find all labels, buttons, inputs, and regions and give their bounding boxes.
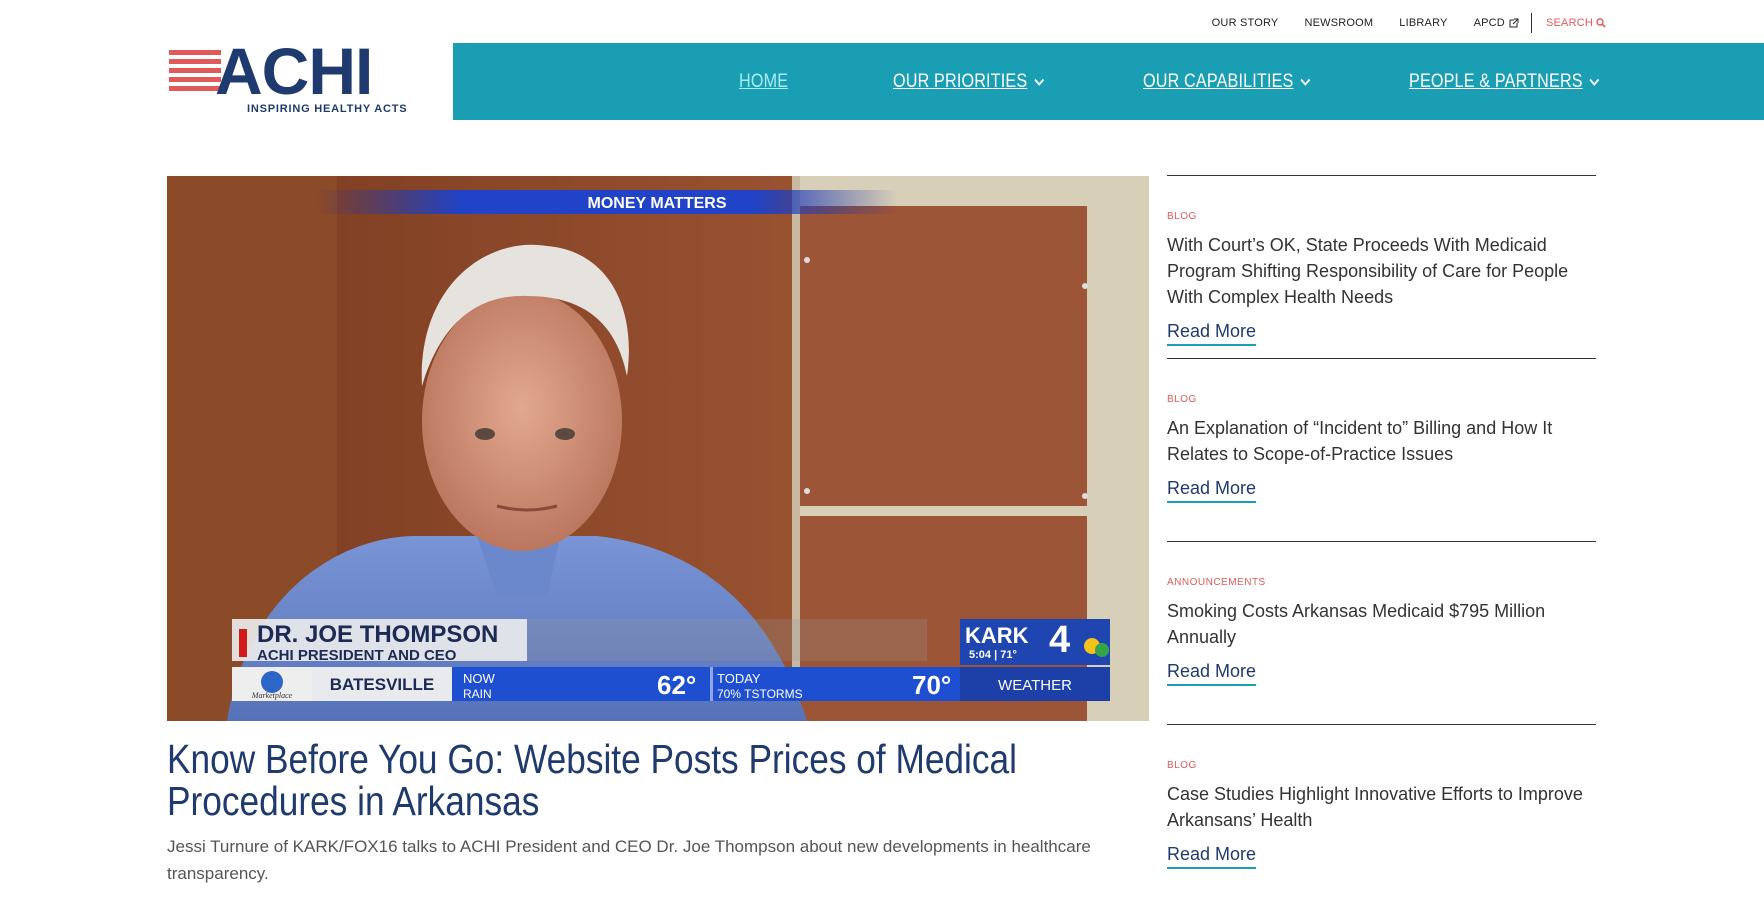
tv-now-label: NOW [463, 671, 496, 686]
logo-tagline: INSPIRING HEALTHY ACTS [247, 103, 408, 115]
utility-link-library[interactable]: LIBRARY [1399, 17, 1447, 29]
logo-wordmark: ACHI [215, 34, 373, 108]
feature-title[interactable]: Know Before You Go: Website Posts Prices… [167, 738, 1165, 822]
post-category[interactable]: ANNOUNCEMENTS [1167, 577, 1596, 588]
post-title[interactable]: With Court’s OK, State Proceeds With Med… [1167, 232, 1596, 310]
tv-today-label: TODAY [717, 671, 761, 686]
search-link[interactable]: SEARCH [1546, 17, 1606, 29]
utility-link-apcd[interactable]: APCD [1474, 17, 1519, 29]
nav-item-people-partners[interactable]: PEOPLE & PARTNERS [1409, 43, 1600, 120]
post-item: BLOG Case Studies Highlight Innovative E… [1167, 724, 1596, 907]
tv-lower-third-name: DR. JOE THOMPSON [257, 621, 498, 648]
search-icon [1596, 18, 1606, 28]
chevron-down-icon [1300, 78, 1311, 86]
nav-item-label: OUR PRIORITIES [893, 70, 1028, 92]
feature-video-still[interactable]: MONEY MATTERS DR. JOE THOMPSON ACHI PRES… [167, 176, 1149, 721]
tv-station-name: KARK [965, 623, 1029, 648]
tv-station-number: 4 [1049, 619, 1070, 661]
post-list: BLOG With Court’s OK, State Proceeds Wit… [1167, 175, 1596, 907]
tv-today-cond: 70% TSTORMS [717, 687, 803, 701]
post-item: BLOG With Court’s OK, State Proceeds Wit… [1167, 175, 1596, 358]
nav-item-label: PEOPLE & PARTNERS [1409, 70, 1583, 92]
utility-link-our-story[interactable]: OUR STORY [1212, 17, 1279, 29]
tv-now-cond: RAIN [463, 687, 492, 701]
read-more-link[interactable]: Read More [1167, 478, 1257, 503]
tv-lower-third-title: ACHI PRESIDENT AND CEO [257, 647, 457, 664]
tv-now-temp: 62° [657, 670, 696, 700]
main-nav: HOME OUR PRIORITIES OUR CAPABILITIES PEO… [453, 43, 1764, 120]
tv-time-temp: 5:04 | 71° [969, 649, 1017, 661]
chevron-down-icon [1589, 78, 1600, 86]
tv-broadcast-image: MONEY MATTERS DR. JOE THOMPSON ACHI PRES… [167, 176, 1149, 721]
nav-item-home[interactable]: HOME [739, 43, 788, 120]
read-more-link[interactable]: Read More [1167, 321, 1257, 346]
chevron-down-icon [1034, 78, 1045, 86]
nav-item-our-capabilities[interactable]: OUR CAPABILITIES [1143, 43, 1311, 120]
apcd-label: APCD [1473, 17, 1505, 29]
tv-sponsor: Marketplace [251, 691, 293, 700]
logo-stripes [169, 50, 221, 95]
nav-item-label: OUR CAPABILITIES [1143, 70, 1294, 92]
post-title[interactable]: An Explanation of “Incident to” Billing … [1167, 415, 1596, 467]
tv-today-temp: 70° [912, 670, 951, 700]
post-category[interactable]: BLOG [1167, 760, 1596, 771]
post-item: BLOG An Explanation of “Incident to” Bil… [1167, 358, 1596, 541]
nav-item-label: HOME [739, 70, 789, 92]
search-label: SEARCH [1545, 17, 1593, 29]
read-more-link[interactable]: Read More [1167, 844, 1257, 869]
post-category[interactable]: BLOG [1167, 211, 1596, 222]
utility-divider [1530, 13, 1532, 33]
achi-logo[interactable]: ACHI INSPIRING HEALTHY ACTS [169, 38, 407, 116]
post-item: ANNOUNCEMENTS Smoking Costs Arkansas Med… [1167, 541, 1596, 724]
nav-item-our-priorities[interactable]: OUR PRIORITIES [893, 43, 1045, 120]
post-title[interactable]: Case Studies Highlight Innovative Effort… [1167, 781, 1596, 833]
external-link-icon [1509, 18, 1519, 28]
read-more-link[interactable]: Read More [1167, 661, 1257, 686]
post-category[interactable]: BLOG [1167, 394, 1596, 405]
post-title[interactable]: Smoking Costs Arkansas Medicaid $795 Mil… [1167, 598, 1596, 650]
tv-weather-label: WEATHER [998, 677, 1072, 694]
utility-link-newsroom[interactable]: NEWSROOM [1304, 17, 1373, 29]
tv-banner-text: MONEY MATTERS [588, 195, 727, 212]
tv-city: BATESVILLE [330, 675, 435, 694]
feature-description: Jessi Turnure of KARK/FOX16 talks to ACH… [167, 837, 1091, 883]
utility-nav: OUR STORY NEWSROOM LIBRARY APCD SEARCH [1186, 13, 1606, 33]
